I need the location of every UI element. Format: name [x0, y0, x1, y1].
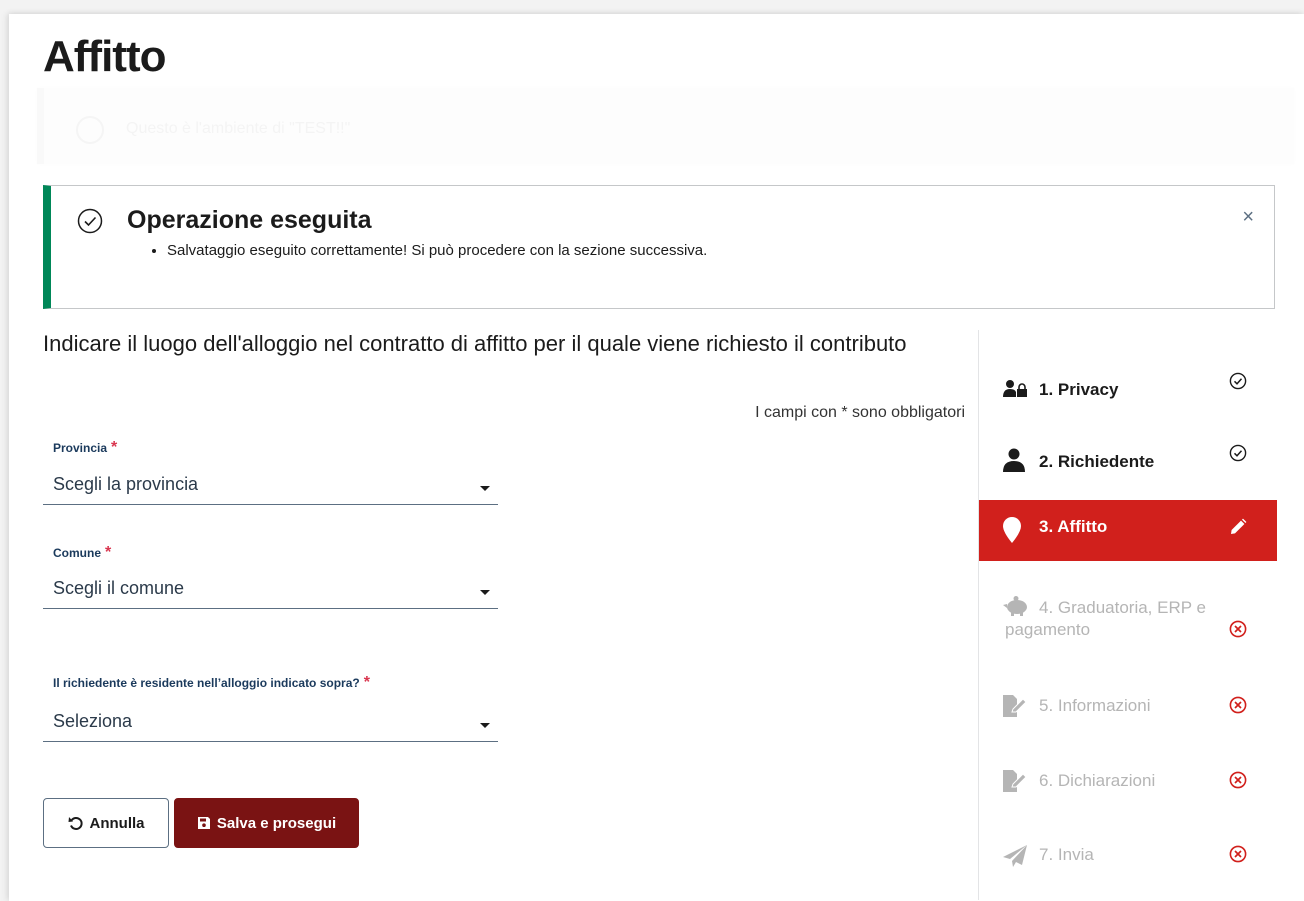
step-label-continued: pagamento: [1005, 620, 1091, 639]
x-circle-icon: [1229, 620, 1247, 638]
comune-value: Scegli il comune: [53, 578, 185, 598]
form-question: Indicare il luogo dell'alloggio nel cont…: [43, 331, 907, 356]
provincia-select[interactable]: Scegli la provincia: [43, 470, 498, 505]
comune-select[interactable]: Scegli il comune: [43, 574, 498, 609]
save-icon: [197, 817, 210, 829]
check-circle-icon: [1229, 372, 1247, 390]
document-edit-icon: [1003, 695, 1027, 717]
x-circle-icon: [1229, 771, 1247, 789]
required-fields-note: I campi con * sono obbligatori: [755, 404, 965, 421]
success-alert: Operazione eseguita × Salvataggio esegui…: [43, 185, 1275, 309]
salva-button[interactable]: Salva e prosegui: [174, 798, 359, 848]
map-marker-icon: [1003, 517, 1021, 543]
required-mark: *: [111, 439, 118, 456]
step-affitto[interactable]: 3. Affitto: [979, 500, 1277, 561]
x-circle-icon: [1229, 696, 1247, 714]
annulla-button[interactable]: Annulla: [43, 798, 169, 848]
required-mark: *: [363, 674, 370, 691]
success-message: Salvataggio eseguito correttamente! Si p…: [167, 242, 707, 259]
step-label: 4. Graduatoria, ERP e: [1039, 598, 1206, 617]
salva-label: Salva e prosegui: [216, 814, 337, 832]
step-invia[interactable]: 7. Invia: [979, 835, 1277, 875]
step-privacy[interactable]: 1. Privacy: [979, 370, 1277, 410]
required-mark: *: [105, 544, 112, 561]
residente-label: Il richiedente è residente nell’alloggio…: [53, 674, 370, 692]
undo-icon: [68, 817, 83, 830]
user-lock-icon: [1003, 380, 1027, 397]
provincia-value: Scegli la provincia: [53, 474, 199, 494]
pencil-icon: [1231, 518, 1247, 534]
step-label: 7. Invia: [1039, 845, 1094, 864]
comune-label-text: Comune: [53, 546, 101, 560]
info-icon: [76, 116, 104, 144]
check-circle-icon: [1229, 444, 1247, 462]
step-graduatoria[interactable]: 4. Graduatoria, ERP e pagamento: [979, 590, 1277, 650]
close-icon[interactable]: ×: [1242, 206, 1254, 229]
annulla-label: Annulla: [89, 814, 145, 832]
step-dichiarazioni[interactable]: 6. Dichiarazioni: [979, 761, 1277, 801]
environment-notice: Questo è l'ambiente di "TEST!!": [37, 88, 1294, 164]
caret-down-icon: [480, 723, 490, 728]
residente-value: Seleziona: [53, 711, 133, 731]
provincia-label: Provincia *: [53, 439, 117, 457]
paper-plane-icon: [1003, 845, 1027, 867]
step-richiedente[interactable]: 2. Richiedente: [979, 442, 1277, 482]
piggy-bank-icon: [1003, 596, 1027, 616]
success-message-list: Salvataggio eseguito correttamente! Si p…: [149, 242, 707, 259]
success-title: Operazione eseguita: [127, 206, 372, 234]
step-informazioni[interactable]: 5. Informazioni: [979, 686, 1277, 726]
environment-notice-text: Questo è l'ambiente di "TEST!!": [126, 120, 351, 137]
step-label: 1. Privacy: [1039, 380, 1119, 399]
step-label: 6. Dichiarazioni: [1039, 771, 1156, 790]
step-label: 3. Affitto: [1039, 517, 1108, 536]
provincia-label-text: Provincia: [53, 441, 108, 455]
step-label: 5. Informazioni: [1039, 696, 1151, 715]
x-circle-icon: [1229, 845, 1247, 863]
caret-down-icon: [480, 590, 490, 595]
page-title: Affitto: [43, 32, 166, 81]
residente-label-text: Il richiedente è residente nell’alloggio…: [53, 676, 360, 690]
document-edit-icon: [1003, 770, 1027, 792]
caret-down-icon: [480, 486, 490, 491]
check-circle-icon: [77, 208, 103, 234]
user-icon: [1003, 448, 1025, 472]
step-label: 2. Richiedente: [1039, 452, 1155, 471]
comune-label: Comune *: [53, 544, 111, 562]
residente-select[interactable]: Seleziona: [43, 707, 498, 742]
page-container: Affitto Questo è l'ambiente di "TEST!!" …: [9, 14, 1304, 901]
steps-sidebar: 1. Privacy 2. Richiedente 3. Affitto 4. …: [978, 330, 1277, 900]
